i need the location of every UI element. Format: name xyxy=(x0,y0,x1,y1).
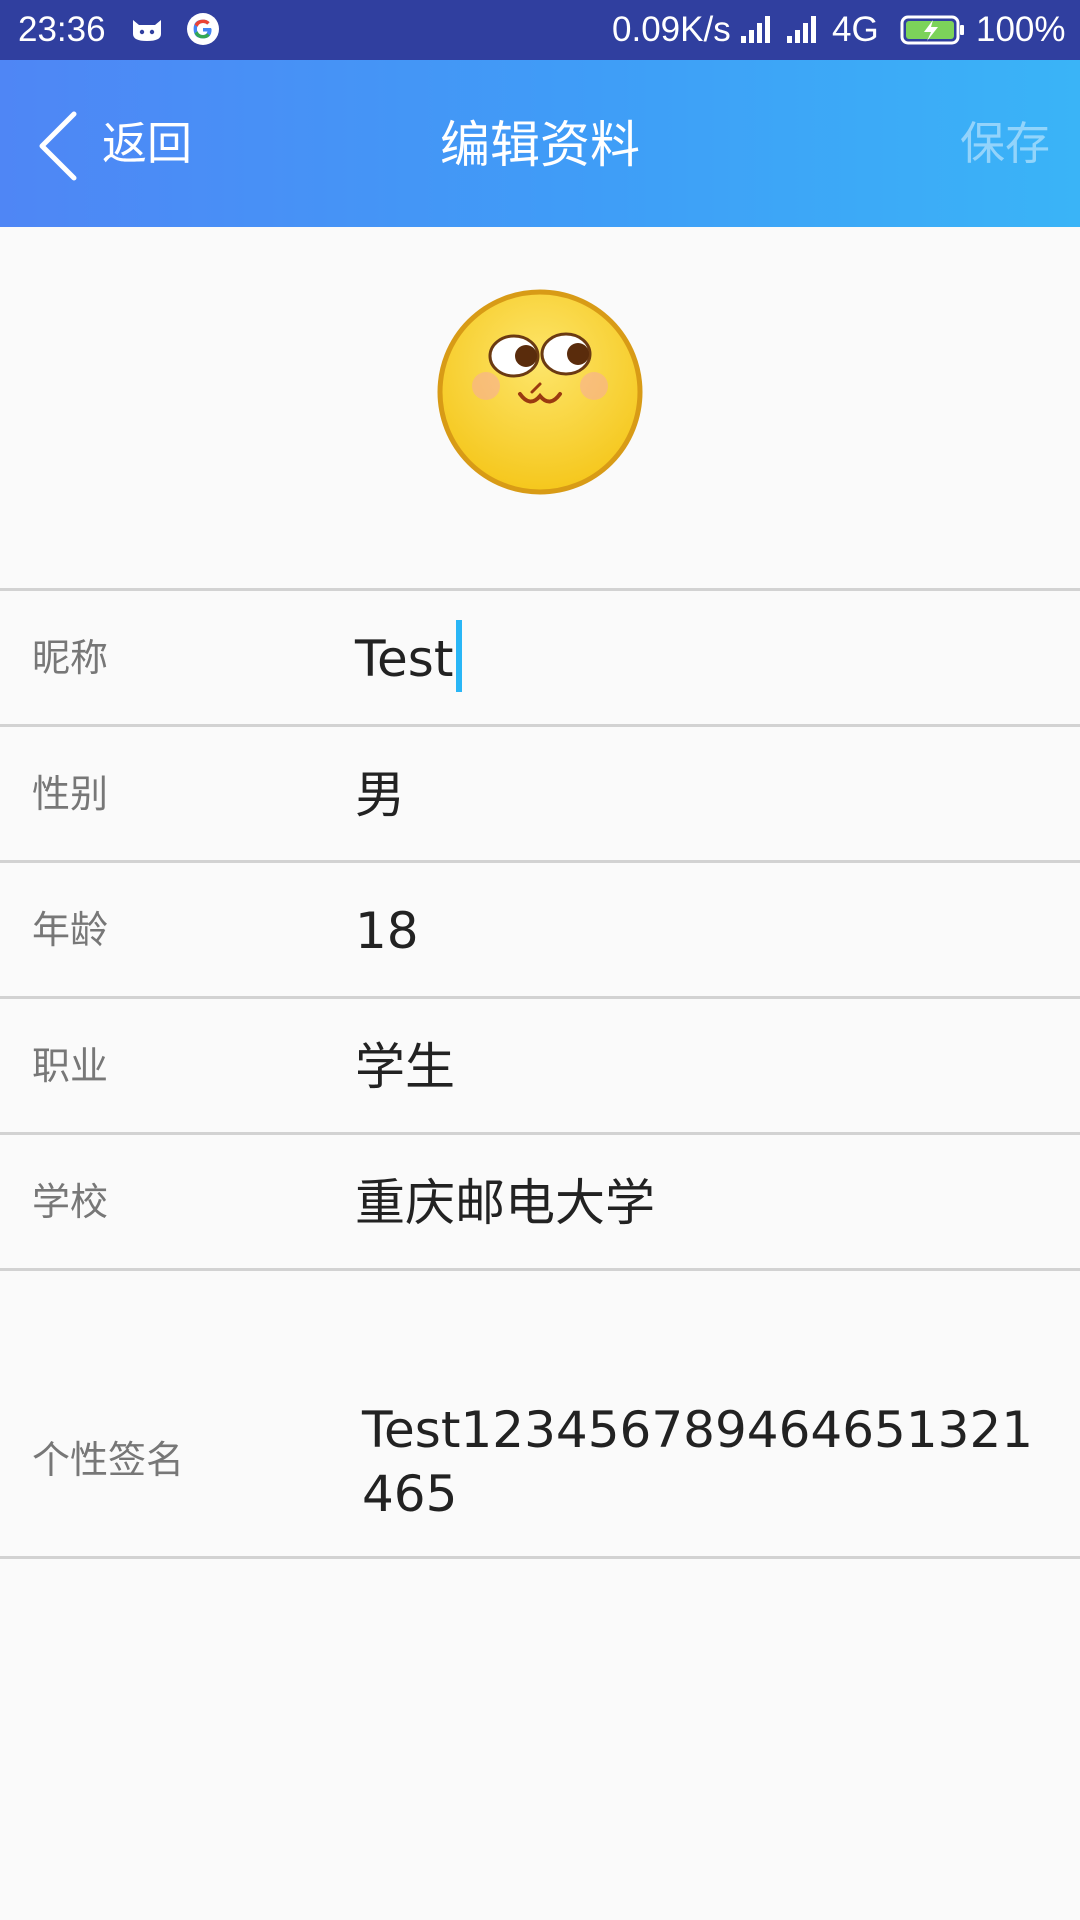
text-cursor xyxy=(456,620,462,692)
signal-icon xyxy=(741,16,770,43)
cat-icon xyxy=(133,20,161,41)
age-value[interactable]: 18 xyxy=(355,900,419,962)
age-label: 年龄 xyxy=(32,908,109,952)
gender-label: 性别 xyxy=(32,772,109,816)
net-speed: 0.09K/s xyxy=(612,10,731,49)
nickname-label: 昵称 xyxy=(32,636,109,680)
status-bar: 23:36 0.09K/s 4G 100% xyxy=(0,0,1080,60)
divider xyxy=(0,1132,1080,1135)
divider xyxy=(0,1556,1080,1559)
occupation-value[interactable]: 学生 xyxy=(355,1036,455,1098)
divider xyxy=(0,724,1080,727)
battery-level: 100% xyxy=(976,10,1066,49)
status-time: 23:36 xyxy=(18,10,106,49)
gender-value[interactable]: 男 xyxy=(355,764,405,826)
nickname-input[interactable]: Test xyxy=(355,628,453,690)
avatar[interactable] xyxy=(436,288,644,496)
school-label: 学校 xyxy=(32,1180,109,1224)
app-header: 返回 编辑资料 保存 xyxy=(0,60,1080,227)
divider xyxy=(0,1268,1080,1271)
battery-charging-icon xyxy=(900,15,964,45)
divider xyxy=(0,996,1080,999)
page-title: 编辑资料 xyxy=(440,116,640,174)
google-icon xyxy=(187,13,219,45)
network-type: 4G xyxy=(832,10,879,49)
divider xyxy=(0,588,1080,591)
signature-label: 个性签名 xyxy=(32,1438,185,1482)
divider xyxy=(0,860,1080,863)
occupation-label: 职业 xyxy=(32,1044,109,1088)
save-button[interactable]: 保存 xyxy=(960,116,1050,172)
signal-icon xyxy=(787,16,816,43)
signature-value[interactable]: Test123456789464651321465 xyxy=(362,1398,1052,1526)
school-value[interactable]: 重庆邮电大学 xyxy=(355,1172,655,1234)
